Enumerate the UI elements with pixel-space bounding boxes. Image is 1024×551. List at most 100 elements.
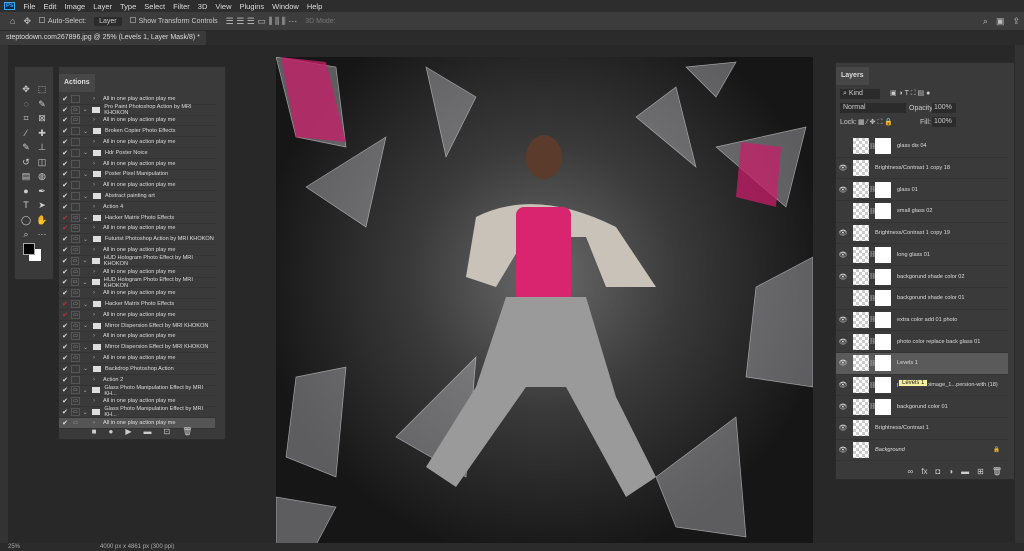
chevron-right-icon[interactable]: ›	[93, 139, 103, 145]
menu-layer[interactable]: Layer	[93, 2, 112, 11]
action-item[interactable]: ✔ › All in one play action play me	[59, 180, 215, 192]
auto-select-checkbox[interactable]: Auto-Select:	[38, 17, 86, 25]
toggle-check-icon[interactable]: ✔	[59, 116, 71, 124]
toggle-check-icon[interactable]: ✔	[59, 311, 71, 319]
zoom-tool-icon[interactable]: ⌕	[19, 228, 33, 240]
dialog-toggle-icon[interactable]: ▭	[71, 397, 80, 406]
move-tool-icon[interactable]: ✥	[23, 16, 31, 27]
layer-mask-thumbnail[interactable]	[875, 203, 891, 220]
delete-icon[interactable]: 🗑	[182, 427, 192, 436]
zoom-level[interactable]: 25%	[8, 544, 20, 550]
hand-tool-icon[interactable]: ✋	[35, 214, 49, 226]
dialog-toggle-icon[interactable]	[71, 148, 80, 157]
action-set[interactable]: ✔ ⌄ Poster Pixel Manipulation	[59, 170, 215, 181]
menu-select[interactable]: Select	[144, 2, 165, 11]
action-set[interactable]: ✔ ▭ ⌄ HUD Hologram Photo Effect by MRI KHOK…	[59, 255, 215, 267]
share-icon[interactable]: ⇪	[1012, 16, 1020, 27]
toggle-check-icon[interactable]: ✔	[59, 257, 71, 265]
dialog-toggle-icon[interactable]	[71, 192, 80, 201]
dialog-toggle-icon[interactable]: ▭	[71, 354, 80, 363]
layer-row[interactable]: 👁 ⛓ Levels 1	[836, 353, 1008, 375]
shape-tool-icon[interactable]: ◯	[19, 214, 33, 226]
toggle-check-icon[interactable]: ✔	[59, 268, 71, 276]
history-brush-tool-icon[interactable]: ↺	[19, 156, 33, 168]
pen-tool-icon[interactable]: ✒	[35, 185, 49, 197]
menu-plugins[interactable]: Plugins	[240, 2, 265, 11]
stamp-tool-icon[interactable]: ⊥	[35, 141, 49, 153]
healing-tool-icon[interactable]: ✚	[35, 127, 49, 139]
align-icons[interactable]: ☰ ☰ ☰ ▭ ⫼ ⫼ ⫼ ⋯	[226, 16, 298, 27]
blend-mode-select[interactable]: Normal	[840, 103, 906, 113]
layer-row[interactable]: 👁 ⛓ backgorund color 01	[836, 396, 1008, 419]
action-set[interactable]: ✔ ▭ ⌄ Glass Photo Manipulation Effect by MR…	[59, 385, 215, 397]
chevron-right-icon[interactable]: ›	[93, 204, 103, 210]
toggle-check-icon[interactable]: ✔	[59, 408, 71, 416]
toggle-check-icon[interactable]: ✔	[59, 181, 71, 189]
menu-file[interactable]: File	[23, 2, 35, 11]
layer-mask-thumbnail[interactable]	[875, 311, 891, 328]
blur-tool-icon[interactable]: ◍	[35, 170, 49, 182]
toggle-check-icon[interactable]: ✔	[59, 332, 71, 340]
action-set[interactable]: ✔ ▭ ⌄ Mirror Dispersion Effect by MRI KHOKO…	[59, 321, 215, 332]
dialog-toggle-icon[interactable]	[71, 375, 80, 384]
path-select-tool-icon[interactable]: ➤	[35, 199, 49, 211]
dialog-toggle-icon[interactable]	[71, 94, 80, 103]
kind-filter[interactable]: ⌕ Kind	[840, 89, 880, 99]
action-set[interactable]: ✔ ▭ ⌄ Hacker Matrix Photo Effects	[59, 213, 215, 224]
layer-mask-thumbnail[interactable]	[875, 246, 891, 263]
visibility-eye-icon[interactable]: 👁	[836, 446, 850, 454]
visibility-eye-icon[interactable]: 👁	[836, 381, 850, 389]
action-item[interactable]: ✔ ▭ › All in one play action play me	[59, 288, 215, 300]
toggle-check-icon[interactable]: ✔	[59, 235, 71, 243]
toggle-check-icon[interactable]: ✔	[59, 322, 71, 330]
layer-row[interactable]: 👁 ⛓ long glass 01	[836, 245, 1008, 267]
layer-row[interactable]: 👁 Brightness/Contrast 1	[836, 418, 1008, 440]
toggle-check-icon[interactable]: ✔	[59, 300, 71, 308]
chevron-right-icon[interactable]: ›	[93, 290, 103, 296]
dialog-toggle-icon[interactable]: ▭	[71, 267, 80, 276]
toggle-check-icon[interactable]: ✔	[59, 289, 71, 297]
toggle-check-icon[interactable]: ✔	[59, 149, 71, 157]
chevron-down-icon[interactable]: ⌄	[83, 193, 93, 200]
dialog-toggle-icon[interactable]: ▭	[70, 408, 80, 417]
menu-image[interactable]: Image	[64, 2, 85, 11]
toggle-check-icon[interactable]: ✔	[59, 376, 71, 384]
record-icon[interactable]: ●	[108, 427, 113, 436]
group-icon[interactable]: ▬	[961, 467, 969, 476]
dialog-toggle-icon[interactable]	[71, 202, 80, 211]
toggle-check-icon[interactable]: ✔	[59, 397, 71, 405]
dialog-toggle-icon[interactable]: ▭	[71, 235, 80, 244]
toggle-check-icon[interactable]: ✔	[59, 343, 71, 351]
toggle-check-icon[interactable]: ✔	[59, 246, 71, 254]
layer-mask-thumbnail[interactable]	[875, 377, 891, 394]
menu-window[interactable]: Window	[272, 2, 299, 11]
toggle-check-icon[interactable]: ✔	[59, 365, 71, 373]
search-icon[interactable]: ⌕	[983, 16, 988, 27]
action-item[interactable]: ✔ › All in one play action play me	[59, 137, 215, 148]
dialog-toggle-icon[interactable]: ▭	[70, 386, 80, 395]
layer-row[interactable]: 👁 ⛓ photo color replace back glass 01	[836, 331, 1008, 353]
chevron-down-icon[interactable]: ⌄	[83, 322, 93, 329]
new-action-icon[interactable]: ⊡	[163, 427, 170, 436]
action-set[interactable]: ✔ ⌄ Broken Copier Photo Effects	[59, 126, 215, 138]
actions-tab[interactable]: Actions	[59, 74, 95, 92]
quick-select-tool-icon[interactable]: ✎	[35, 98, 49, 110]
dialog-toggle-icon[interactable]: ▭	[71, 289, 80, 298]
chevron-down-icon[interactable]: ⌄	[83, 171, 93, 178]
dialog-toggle-icon[interactable]: ▭	[71, 213, 80, 222]
more-tools-icon[interactable]: ⋯	[35, 228, 49, 240]
workspace-icon[interactable]: ▣	[996, 16, 1005, 27]
layer-mask-thumbnail[interactable]	[875, 398, 891, 415]
dodge-tool-icon[interactable]: ●	[19, 185, 33, 197]
layer-mask-thumbnail[interactable]	[875, 355, 891, 372]
toggle-check-icon[interactable]: ✔	[59, 278, 71, 286]
dialog-toggle-icon[interactable]: ▭	[71, 300, 80, 309]
menu-3d[interactable]: 3D	[198, 2, 208, 11]
chevron-down-icon[interactable]: ⌄	[83, 128, 93, 135]
layer-row[interactable]: 👁 Background 🔒	[836, 440, 1008, 462]
mask-icon[interactable]: ◘	[935, 467, 940, 476]
action-set[interactable]: ✔ ⌄ Hdr Poster Noice	[59, 148, 215, 159]
visibility-eye-icon[interactable]: 👁	[836, 186, 850, 194]
visibility-eye-icon[interactable]: 👁	[836, 359, 850, 367]
chevron-right-icon[interactable]: ›	[93, 96, 103, 102]
